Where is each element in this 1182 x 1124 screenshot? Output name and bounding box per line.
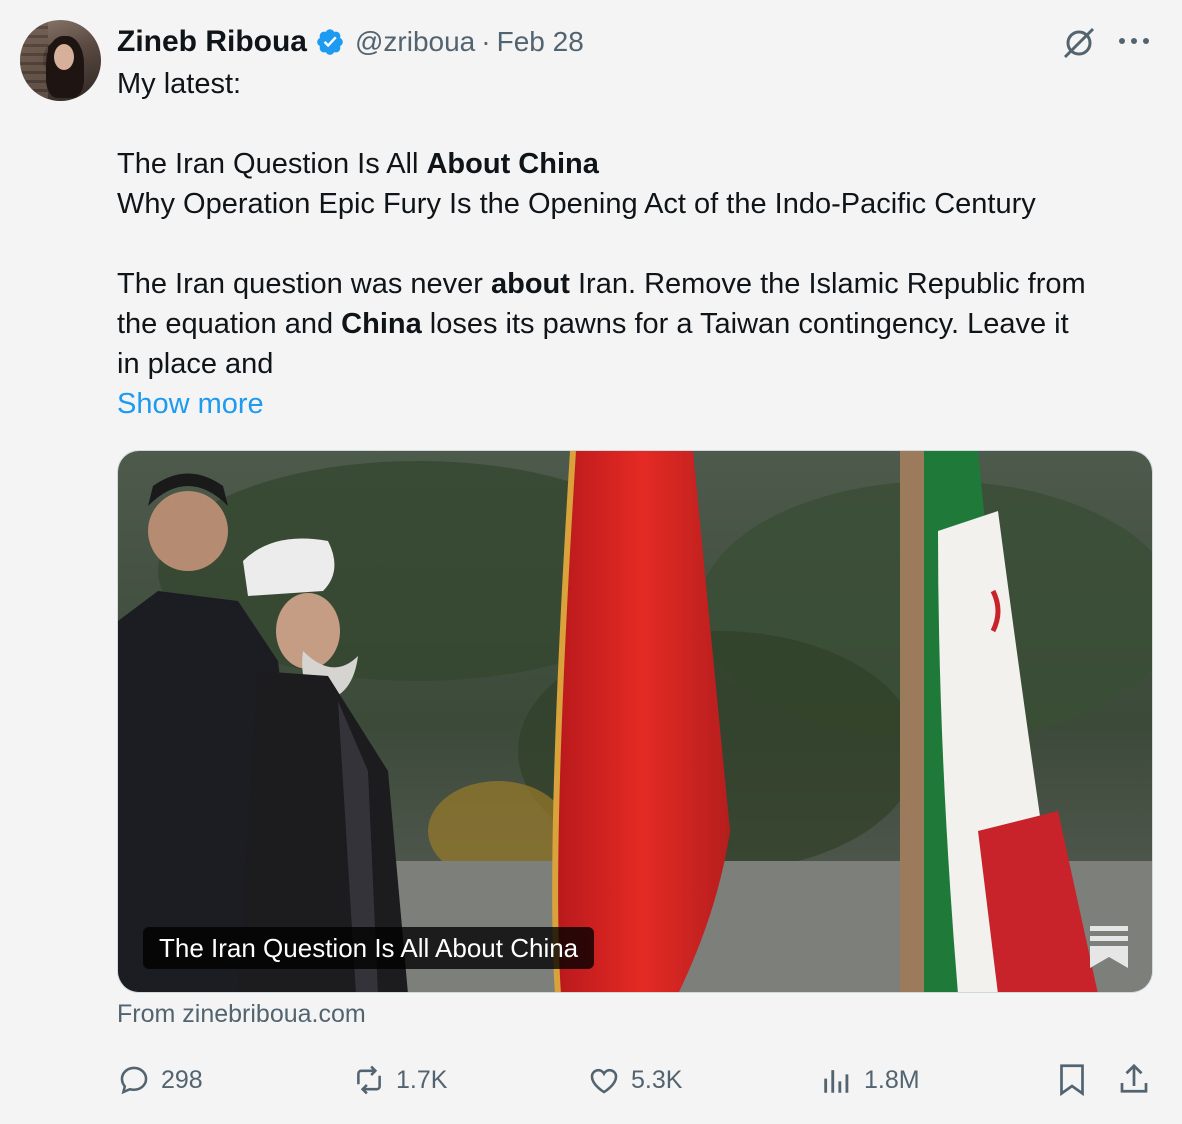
card-source[interactable]: From zinebriboua.com	[117, 1000, 366, 1029]
views-count: 1.8M	[864, 1065, 920, 1094]
like-button[interactable]: 5.3K	[587, 1060, 682, 1100]
link-card[interactable]: The Iran Question Is All About China	[117, 450, 1153, 993]
text-line: My latest:	[117, 68, 242, 100]
title-bold: About China	[426, 148, 599, 180]
repost-count: 1.7K	[396, 1065, 448, 1094]
views-button[interactable]: 1.8M	[820, 1060, 920, 1100]
show-more-link[interactable]: Show more	[117, 384, 1157, 424]
substack-icon	[1090, 926, 1128, 968]
card-title: The Iran Question Is All About China	[143, 927, 595, 969]
share-icon[interactable]	[1116, 1060, 1152, 1100]
author-handle[interactable]: @zriboua	[355, 26, 475, 58]
author-name[interactable]: Zineb Riboua	[117, 25, 307, 59]
more-dots-icon[interactable]	[1116, 30, 1152, 52]
reply-count: 298	[161, 1065, 203, 1094]
text-line: in place and	[117, 348, 274, 380]
text-line: the equation and China loses its pawns f…	[117, 308, 1069, 340]
like-count: 5.3K	[631, 1065, 683, 1094]
title-plain: The Iran Question Is All	[117, 148, 427, 180]
tweet-text: My latest: The Iran Question Is All Abou…	[117, 64, 1157, 424]
repost-button[interactable]: 1.7K	[352, 1060, 447, 1100]
card-image	[118, 451, 1152, 992]
grok-icon[interactable]	[1060, 24, 1098, 62]
text-line: The Iran question was never about Iran. …	[117, 268, 1086, 300]
avatar[interactable]	[20, 20, 101, 101]
tweet-header: Zineb Riboua @zriboua · Feb 28	[117, 22, 584, 62]
reply-icon	[120, 1066, 148, 1095]
article-subtitle-line: Why Operation Epic Fury Is the Opening A…	[117, 188, 1036, 220]
separator-dot: ·	[481, 26, 491, 57]
repost-icon	[357, 1065, 381, 1095]
tweet-date[interactable]: Feb 28	[497, 26, 584, 58]
article-title-line: The Iran Question Is All About China	[117, 144, 1157, 184]
bookmark-icon[interactable]	[1054, 1060, 1090, 1100]
views-icon	[824, 1070, 849, 1093]
verified-badge-icon	[317, 29, 343, 55]
heart-icon	[590, 1068, 618, 1094]
reply-button[interactable]: 298	[117, 1060, 203, 1100]
